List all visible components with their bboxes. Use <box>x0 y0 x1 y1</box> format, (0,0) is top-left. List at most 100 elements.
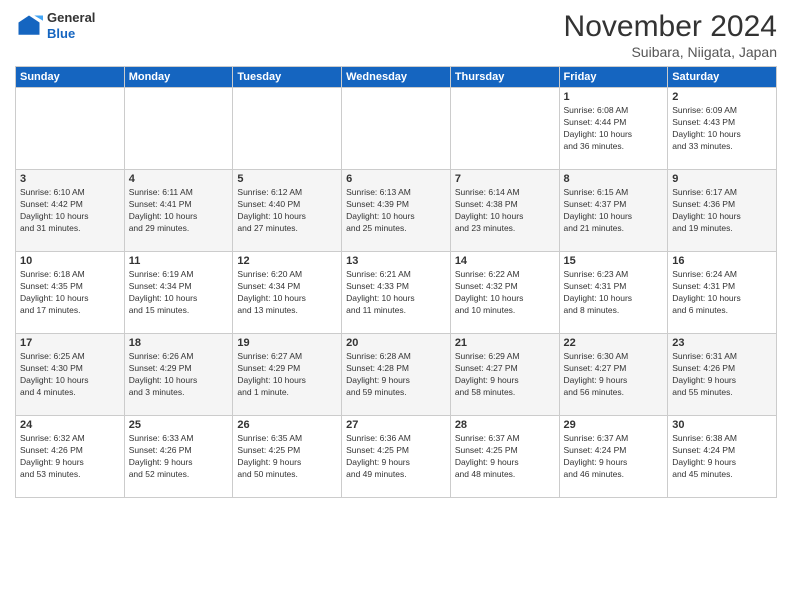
calendar-row-2: 10 Sunrise: 6:18 AM Sunset: 4:35 PM Dayli… <box>16 252 777 334</box>
day-number: 23 <box>672 337 772 349</box>
day-info: Sunrise: 6:18 AM Sunset: 4:35 PM Dayligh… <box>20 269 120 317</box>
day-number: 28 <box>455 419 555 431</box>
day-number: 2 <box>672 91 772 103</box>
calendar-row-0: 1 Sunrise: 6:08 AM Sunset: 4:44 PM Daylig… <box>16 88 777 170</box>
day-info: Sunrise: 6:27 AM Sunset: 4:29 PM Dayligh… <box>237 351 337 399</box>
calendar-cell: 28 Sunrise: 6:37 AM Sunset: 4:25 PM Dayli… <box>450 416 559 498</box>
day-info: Sunrise: 6:35 AM Sunset: 4:25 PM Dayligh… <box>237 433 337 481</box>
calendar-cell: 29 Sunrise: 6:37 AM Sunset: 4:24 PM Dayli… <box>559 416 668 498</box>
day-info: Sunrise: 6:08 AM Sunset: 4:44 PM Dayligh… <box>564 105 664 153</box>
day-number: 13 <box>346 255 446 267</box>
calendar-cell <box>450 88 559 170</box>
day-number: 25 <box>129 419 229 431</box>
calendar-cell: 9 Sunrise: 6:17 AM Sunset: 4:36 PM Daylig… <box>668 170 777 252</box>
calendar-cell: 2 Sunrise: 6:09 AM Sunset: 4:43 PM Daylig… <box>668 88 777 170</box>
calendar-cell: 14Sunrise: 6:22 AM Sunset: 4:32 PM Dayli… <box>450 252 559 334</box>
day-number: 4 <box>129 173 229 185</box>
day-number: 22 <box>564 337 664 349</box>
col-tuesday: Tuesday <box>233 67 342 88</box>
day-number: 9 <box>672 173 772 185</box>
day-number: 27 <box>346 419 446 431</box>
day-info: Sunrise: 6:28 AM Sunset: 4:28 PM Dayligh… <box>346 351 446 399</box>
calendar-cell: 21 Sunrise: 6:29 AM Sunset: 4:27 PM Dayli… <box>450 334 559 416</box>
day-number: 15 <box>564 255 664 267</box>
calendar-row-4: 24Sunrise: 6:32 AM Sunset: 4:26 PM Dayli… <box>16 416 777 498</box>
day-info: Sunrise: 6:37 AM Sunset: 4:25 PM Dayligh… <box>455 433 555 481</box>
day-number: 29 <box>564 419 664 431</box>
calendar-cell <box>124 88 233 170</box>
day-info: Sunrise: 6:29 AM Sunset: 4:27 PM Dayligh… <box>455 351 555 399</box>
col-friday: Friday <box>559 67 668 88</box>
day-info: Sunrise: 6:31 AM Sunset: 4:26 PM Dayligh… <box>672 351 772 399</box>
title-block: November 2024 Suibara, Niigata, Japan <box>564 10 777 60</box>
calendar-cell: 22 Sunrise: 6:30 AM Sunset: 4:27 PM Dayli… <box>559 334 668 416</box>
day-info: Sunrise: 6:10 AM Sunset: 4:42 PM Dayligh… <box>20 187 120 235</box>
day-info: Sunrise: 6:12 AM Sunset: 4:40 PM Dayligh… <box>237 187 337 235</box>
calendar-cell: 19 Sunrise: 6:27 AM Sunset: 4:29 PM Dayli… <box>233 334 342 416</box>
calendar-cell: 23 Sunrise: 6:31 AM Sunset: 4:26 PM Dayli… <box>668 334 777 416</box>
day-info: Sunrise: 6:14 AM Sunset: 4:38 PM Dayligh… <box>455 187 555 235</box>
day-number: 10 <box>20 255 120 267</box>
logo: General Blue <box>15 10 95 41</box>
day-info: Sunrise: 6:33 AM Sunset: 4:26 PM Dayligh… <box>129 433 229 481</box>
calendar-cell: 11Sunrise: 6:19 AM Sunset: 4:34 PM Dayli… <box>124 252 233 334</box>
day-number: 5 <box>237 173 337 185</box>
calendar-cell: 3 Sunrise: 6:10 AM Sunset: 4:42 PM Daylig… <box>16 170 125 252</box>
day-number: 12 <box>237 255 337 267</box>
calendar-cell <box>16 88 125 170</box>
calendar-cell: 30 Sunrise: 6:38 AM Sunset: 4:24 PM Dayli… <box>668 416 777 498</box>
day-info: Sunrise: 6:37 AM Sunset: 4:24 PM Dayligh… <box>564 433 664 481</box>
day-number: 7 <box>455 173 555 185</box>
day-info: Sunrise: 6:26 AM Sunset: 4:29 PM Dayligh… <box>129 351 229 399</box>
calendar-cell: 12 Sunrise: 6:20 AM Sunset: 4:34 PM Dayli… <box>233 252 342 334</box>
day-number: 30 <box>672 419 772 431</box>
day-info: Sunrise: 6:11 AM Sunset: 4:41 PM Dayligh… <box>129 187 229 235</box>
day-info: Sunrise: 6:36 AM Sunset: 4:25 PM Dayligh… <box>346 433 446 481</box>
calendar-cell: 25 Sunrise: 6:33 AM Sunset: 4:26 PM Dayli… <box>124 416 233 498</box>
day-number: 14 <box>455 255 555 267</box>
page: General Blue November 2024 Suibara, Niig… <box>0 0 792 612</box>
day-number: 19 <box>237 337 337 349</box>
calendar-body: 1 Sunrise: 6:08 AM Sunset: 4:44 PM Daylig… <box>16 88 777 498</box>
calendar-cell: 6Sunrise: 6:13 AM Sunset: 4:39 PM Daylig… <box>342 170 451 252</box>
calendar-cell: 17Sunrise: 6:25 AM Sunset: 4:30 PM Dayli… <box>16 334 125 416</box>
day-info: Sunrise: 6:24 AM Sunset: 4:31 PM Dayligh… <box>672 269 772 317</box>
col-monday: Monday <box>124 67 233 88</box>
day-number: 11 <box>129 255 229 267</box>
day-info: Sunrise: 6:21 AM Sunset: 4:33 PM Dayligh… <box>346 269 446 317</box>
day-info: Sunrise: 6:32 AM Sunset: 4:26 PM Dayligh… <box>20 433 120 481</box>
calendar-row-3: 17Sunrise: 6:25 AM Sunset: 4:30 PM Dayli… <box>16 334 777 416</box>
day-number: 8 <box>564 173 664 185</box>
day-number: 21 <box>455 337 555 349</box>
day-info: Sunrise: 6:38 AM Sunset: 4:24 PM Dayligh… <box>672 433 772 481</box>
day-info: Sunrise: 6:30 AM Sunset: 4:27 PM Dayligh… <box>564 351 664 399</box>
calendar-cell: 26 Sunrise: 6:35 AM Sunset: 4:25 PM Dayli… <box>233 416 342 498</box>
col-thursday: Thursday <box>450 67 559 88</box>
day-info: Sunrise: 6:15 AM Sunset: 4:37 PM Dayligh… <box>564 187 664 235</box>
day-number: 17 <box>20 337 120 349</box>
day-number: 26 <box>237 419 337 431</box>
day-info: Sunrise: 6:20 AM Sunset: 4:34 PM Dayligh… <box>237 269 337 317</box>
calendar-cell: 4 Sunrise: 6:11 AM Sunset: 4:41 PM Daylig… <box>124 170 233 252</box>
day-info: Sunrise: 6:17 AM Sunset: 4:36 PM Dayligh… <box>672 187 772 235</box>
header: General Blue November 2024 Suibara, Niig… <box>15 10 777 60</box>
day-number: 3 <box>20 173 120 185</box>
calendar-cell: 18Sunrise: 6:26 AM Sunset: 4:29 PM Dayli… <box>124 334 233 416</box>
month-title: November 2024 <box>564 10 777 44</box>
calendar-cell: 24Sunrise: 6:32 AM Sunset: 4:26 PM Dayli… <box>16 416 125 498</box>
calendar-cell: 20 Sunrise: 6:28 AM Sunset: 4:28 PM Dayli… <box>342 334 451 416</box>
calendar-cell <box>233 88 342 170</box>
day-number: 1 <box>564 91 664 103</box>
calendar: Sunday Monday Tuesday Wednesday Thursday… <box>15 66 777 498</box>
day-info: Sunrise: 6:09 AM Sunset: 4:43 PM Dayligh… <box>672 105 772 153</box>
calendar-header: Sunday Monday Tuesday Wednesday Thursday… <box>16 67 777 88</box>
calendar-cell: 16Sunrise: 6:24 AM Sunset: 4:31 PM Dayli… <box>668 252 777 334</box>
calendar-cell: 27 Sunrise: 6:36 AM Sunset: 4:25 PM Dayli… <box>342 416 451 498</box>
calendar-cell: 13 Sunrise: 6:21 AM Sunset: 4:33 PM Dayli… <box>342 252 451 334</box>
col-sunday: Sunday <box>16 67 125 88</box>
calendar-cell: 1 Sunrise: 6:08 AM Sunset: 4:44 PM Daylig… <box>559 88 668 170</box>
location: Suibara, Niigata, Japan <box>564 44 777 60</box>
day-number: 20 <box>346 337 446 349</box>
col-saturday: Saturday <box>668 67 777 88</box>
header-row: Sunday Monday Tuesday Wednesday Thursday… <box>16 67 777 88</box>
